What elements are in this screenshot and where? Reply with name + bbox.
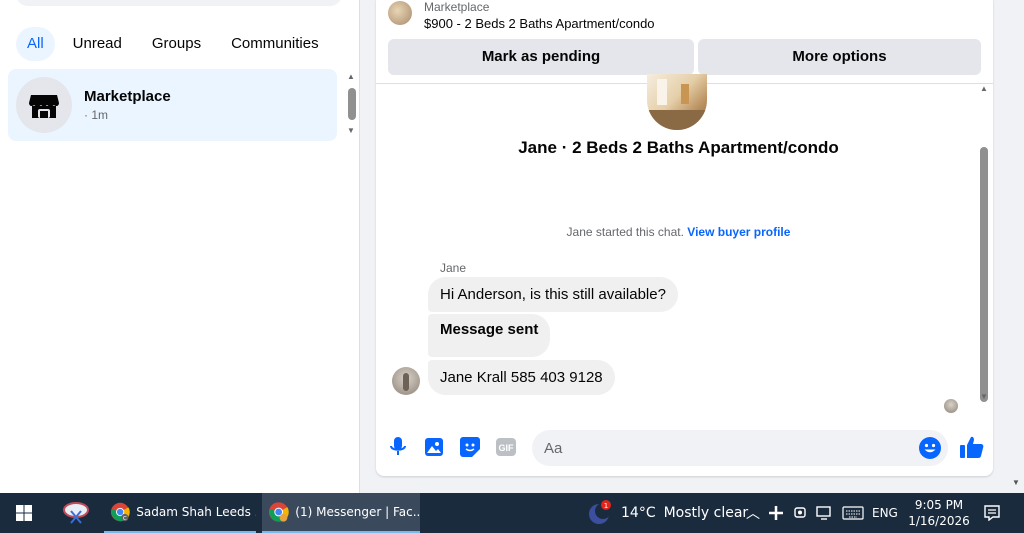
clock-time: 9:05 PM	[914, 498, 964, 512]
taskbar-app-label: Sadam Shah Leeds ...	[136, 505, 256, 519]
conversation-time: · 1m	[84, 108, 108, 122]
photo-icon[interactable]	[421, 434, 447, 460]
scroll-down-arrow-icon[interactable]: ▼	[347, 126, 355, 135]
header-listing[interactable]: $900 - 2 Beds 2 Baths Apartment/condo	[424, 16, 655, 31]
message-input[interactable]	[544, 430, 904, 466]
weather-moon-icon: 1	[589, 500, 611, 524]
tab-groups[interactable]: Groups	[140, 27, 213, 61]
language-indicator[interactable]: ENG	[872, 506, 898, 520]
snipping-tool-icon[interactable]	[56, 493, 96, 533]
windows-start-icon[interactable]	[0, 493, 48, 533]
search-bar[interactable]	[16, 0, 342, 6]
more-options-button[interactable]: More options	[698, 39, 981, 75]
filter-tabs: All Unread Groups Communities	[16, 27, 331, 61]
chat-scrollbar[interactable]: ▲ ▼	[977, 84, 991, 410]
message-bubble[interactable]: Jane Krall 585 403 9128	[428, 360, 615, 395]
scroll-up-arrow-icon[interactable]: ▲	[347, 72, 355, 81]
chrome-icon: C	[110, 502, 130, 522]
list-scrollbar[interactable]: ▲ ▼	[345, 72, 359, 136]
marketplace-icon	[16, 77, 72, 133]
scrollbar-thumb[interactable]	[980, 147, 988, 402]
weather-badge: 1	[604, 502, 608, 510]
chat-list-panel: All Unread Groups Communities Marketplac…	[0, 0, 360, 493]
mark-pending-button[interactable]: Mark as pending	[388, 39, 694, 75]
listing-thumbnail[interactable]	[388, 1, 412, 25]
view-buyer-profile-link[interactable]: View buyer profile	[687, 225, 790, 239]
message-bubble[interactable]: Hi Anderson, is this still available?	[428, 277, 678, 312]
chat-started-notice: Jane started this chat. View buyer profi…	[376, 225, 981, 239]
profile-badge: C	[123, 516, 127, 522]
weather-condition: Mostly clear	[663, 505, 749, 521]
listing-header: Marketplace $900 - 2 Beds 2 Baths Apartm…	[376, 0, 993, 84]
listing-title: Jane · 2 Beds 2 Baths Apartment/condo	[518, 138, 839, 157]
conversation-title: Marketplace	[84, 88, 171, 105]
tab-unread[interactable]: Unread	[61, 27, 134, 61]
tab-communities[interactable]: Communities	[219, 27, 331, 61]
scrollbar-thumb[interactable]	[348, 88, 356, 120]
sender-name: Jane	[440, 261, 467, 275]
message-bubble[interactable]: Message sent	[428, 314, 551, 357]
svg-text:GIF: GIF	[499, 443, 515, 453]
keyboard-icon[interactable]	[842, 506, 864, 520]
weather-temp: 14°C	[621, 505, 656, 521]
chevron-up-icon[interactable]: ︿	[746, 503, 760, 523]
message-input-box	[532, 430, 948, 466]
listing-photo[interactable]	[647, 74, 707, 130]
microphone-icon[interactable]	[385, 434, 411, 460]
page-scroll-down-arrow-icon[interactable]: ▼	[1012, 478, 1020, 487]
clock-date: 1/16/2026	[908, 514, 970, 528]
message-composer: GIF	[376, 426, 993, 470]
network-icon[interactable]	[816, 505, 834, 521]
scroll-up-arrow-icon[interactable]: ▲	[980, 84, 988, 93]
seen-indicator-avatar	[944, 399, 958, 413]
header-source: Marketplace	[424, 0, 490, 14]
taskbar-clock[interactable]: 9:05 PM 1/16/2026	[904, 493, 974, 533]
system-tray: ︿ ENG	[746, 493, 898, 533]
chrome-icon	[268, 502, 289, 522]
sticker-icon[interactable]	[457, 434, 483, 460]
emoji-icon[interactable]	[918, 436, 942, 460]
tab-all[interactable]: All	[16, 27, 55, 61]
webcam-icon[interactable]	[792, 505, 808, 521]
started-text: Jane started this chat.	[566, 225, 684, 239]
sender-avatar[interactable]	[392, 367, 420, 395]
windows-taskbar: C Sadam Shah Leeds ... (1) Messenger | F…	[0, 493, 1024, 533]
chat-window: Marketplace $900 - 2 Beds 2 Baths Apartm…	[376, 0, 993, 476]
taskbar-app-chrome-messenger[interactable]: (1) Messenger | Fac...	[262, 493, 420, 533]
notification-center-icon[interactable]	[980, 493, 1004, 533]
gif-icon[interactable]: GIF	[493, 434, 519, 460]
thumbs-up-icon[interactable]	[959, 434, 985, 460]
scroll-down-arrow-icon[interactable]: ▼	[980, 392, 988, 401]
taskbar-app-label: (1) Messenger | Fac...	[295, 505, 420, 519]
taskbar-app-chrome-1[interactable]: C Sadam Shah Leeds ...	[104, 493, 256, 533]
weather-widget[interactable]: 1 14°C Mostly clear	[587, 493, 748, 533]
plus-icon[interactable]	[768, 505, 784, 521]
conversation-item-marketplace[interactable]: Marketplace · 1m	[8, 69, 337, 141]
